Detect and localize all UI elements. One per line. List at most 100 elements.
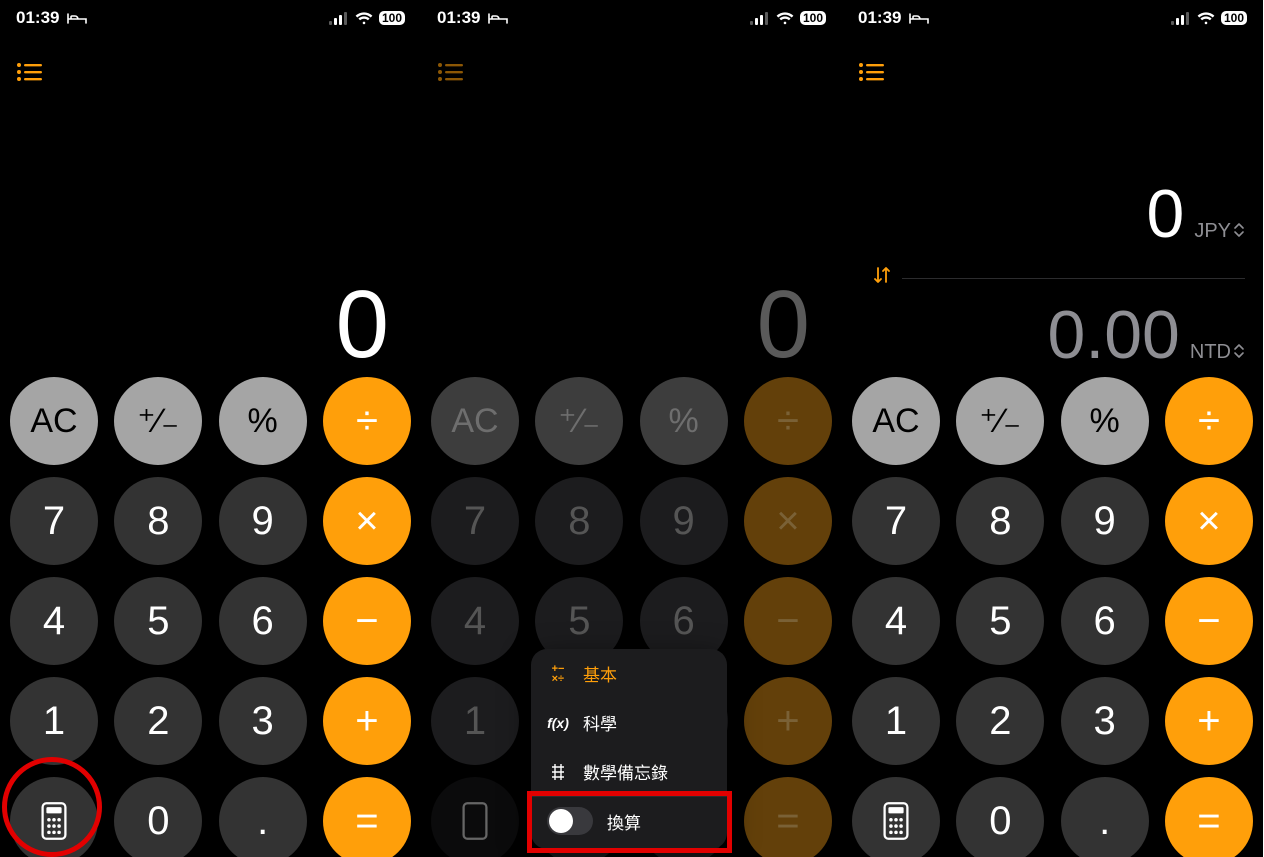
mode-menu: +−×÷ 基本 f(x) 科學 數學備忘錄 換算 [531,649,727,849]
mode-button[interactable] [431,777,519,857]
swap-icon[interactable] [872,265,892,291]
digit-9-button[interactable]: 9 [640,477,728,565]
plus-button[interactable]: + [1165,677,1253,765]
wifi-icon [776,12,794,25]
divide-button[interactable]: ÷ [1165,377,1253,465]
basic-icon: +−×÷ [547,664,569,684]
status-time: 01:39 [437,8,480,28]
ac-button[interactable]: AC [852,377,940,465]
digit-4-button[interactable]: 4 [852,577,940,665]
mode-menu-scientific[interactable]: f(x) 科學 [531,698,727,747]
bed-icon [67,11,87,25]
battery-icon: 100 [800,11,826,25]
multiply-button[interactable]: × [1165,477,1253,565]
digit-1-button[interactable]: 1 [852,677,940,765]
digit-7-button[interactable]: 7 [10,477,98,565]
divider [902,278,1245,279]
digit-1-button[interactable]: 1 [431,677,519,765]
plus-minus-button[interactable]: ⁺∕₋ [956,377,1044,465]
digit-6-button[interactable]: 6 [219,577,307,665]
display-area: 0 [0,60,421,377]
digit-3-button[interactable]: 3 [219,677,307,765]
bed-icon [909,11,929,25]
calculator-screen-basic: 01:39 100 0 [0,0,421,857]
multiply-button[interactable]: × [744,477,832,565]
mode-scientific-label: 科學 [583,710,617,735]
history-button[interactable] [856,60,888,84]
digit-0-button[interactable]: 0 [956,777,1044,857]
chevron-updown-icon [1233,343,1245,362]
minus-button[interactable]: − [744,577,832,665]
ac-button[interactable]: AC [431,377,519,465]
calculator-screen-mode-menu: 01:39 100 0 [421,0,842,857]
digit-7-button[interactable]: 7 [431,477,519,565]
conv-bottom-value: 0.00 [1048,301,1180,369]
conv-top-currency[interactable]: JPY [1194,220,1245,251]
plus-button[interactable]: + [323,677,411,765]
mode-mathnotes-label: 數學備忘錄 [583,759,668,784]
digit-8-button[interactable]: 8 [114,477,202,565]
percent-button[interactable]: % [640,377,728,465]
divide-button[interactable]: ÷ [323,377,411,465]
decimal-button[interactable]: . [219,777,307,857]
ac-button[interactable]: AC [10,377,98,465]
mode-button[interactable] [852,777,940,857]
equals-button[interactable]: = [1165,777,1253,857]
status-time: 01:39 [16,8,59,28]
plus-button[interactable]: + [744,677,832,765]
mode-button[interactable] [10,777,98,857]
equals-button[interactable]: = [323,777,411,857]
bed-icon [488,11,508,25]
digit-7-button[interactable]: 7 [852,477,940,565]
digit-4-button[interactable]: 4 [10,577,98,665]
digit-9-button[interactable]: 9 [219,477,307,565]
mode-menu-mathnotes[interactable]: 數學備忘錄 [531,747,727,796]
plus-minus-button[interactable]: ⁺∕₋ [114,377,202,465]
battery-icon: 100 [379,11,405,25]
calculator-screen-conversion: 01:39 100 0 [842,0,1263,857]
digit-4-button[interactable]: 4 [431,577,519,665]
minus-button[interactable]: − [1165,577,1253,665]
digit-0-button[interactable]: 0 [114,777,202,857]
chevron-updown-icon [1233,222,1245,241]
plus-minus-button[interactable]: ⁺∕₋ [535,377,623,465]
divide-button[interactable]: ÷ [744,377,832,465]
digit-9-button[interactable]: 9 [1061,477,1149,565]
status-time: 01:39 [858,8,901,28]
digit-6-button[interactable]: 6 [1061,577,1149,665]
digit-3-button[interactable]: 3 [1061,677,1149,765]
mode-convert-label: 換算 [607,809,641,834]
digit-2-button[interactable]: 2 [114,677,202,765]
display-value: 0 [336,277,389,373]
status-bar: 01:39 100 [842,0,1263,36]
cellular-icon [329,12,349,25]
convert-switch[interactable] [547,807,593,835]
digit-5-button[interactable]: 5 [114,577,202,665]
minus-button[interactable]: − [323,577,411,665]
mode-basic-label: 基本 [583,661,617,686]
digit-5-button[interactable]: 5 [956,577,1044,665]
mathnotes-icon [547,763,569,781]
fx-icon: f(x) [547,715,569,731]
cellular-icon [1171,12,1191,25]
multiply-button[interactable]: × [323,477,411,565]
display-value: 0 [757,277,810,373]
conversion-display: 0 JPY 0.00 NTD [842,180,1263,370]
mode-menu-convert[interactable]: 換算 [531,797,727,849]
equals-button[interactable]: = [744,777,832,857]
mode-menu-basic[interactable]: +−×÷ 基本 [531,649,727,698]
keypad: AC ⁺∕₋ % ÷ 7 8 9 × 4 5 6 − 1 2 3 + [0,377,421,857]
conv-bottom-currency[interactable]: NTD [1190,341,1245,372]
keypad: AC ⁺∕₋ % ÷ 7 8 9 × 4 5 6 − 1 2 3 + [842,377,1263,857]
status-bar: 01:39 100 [0,0,421,36]
digit-8-button[interactable]: 8 [535,477,623,565]
digit-1-button[interactable]: 1 [10,677,98,765]
battery-icon: 100 [1221,11,1247,25]
decimal-button[interactable]: . [1061,777,1149,857]
percent-button[interactable]: % [219,377,307,465]
percent-button[interactable]: % [1061,377,1149,465]
cellular-icon [750,12,770,25]
wifi-icon [355,12,373,25]
digit-2-button[interactable]: 2 [956,677,1044,765]
digit-8-button[interactable]: 8 [956,477,1044,565]
